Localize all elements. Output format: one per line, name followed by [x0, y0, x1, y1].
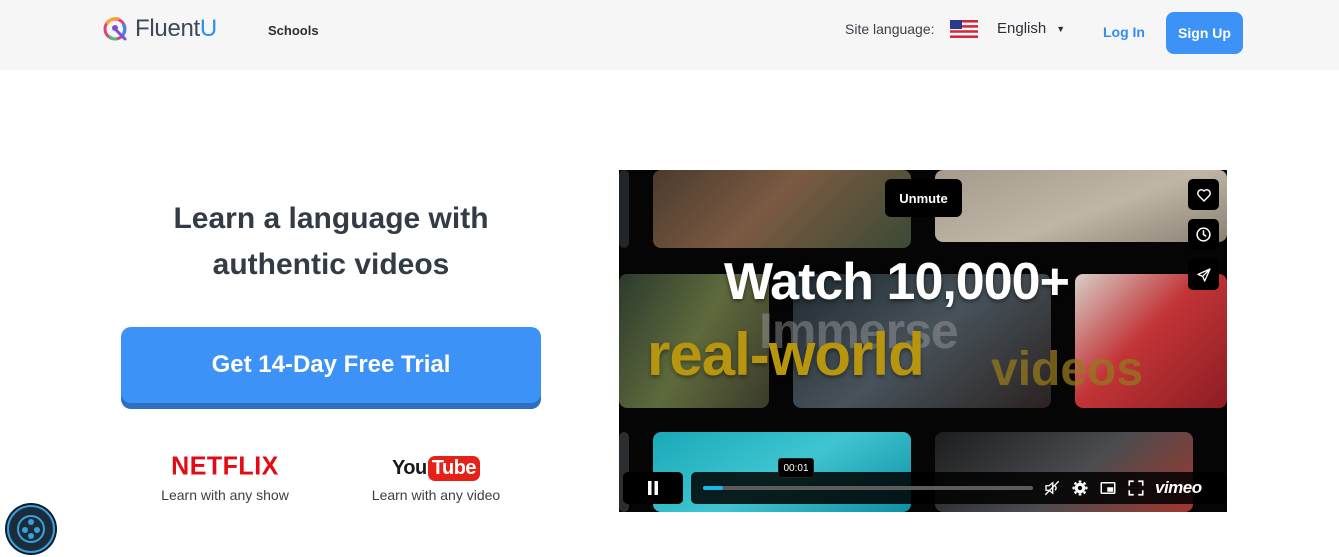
- youtube-partner: You Tube Learn with any video: [362, 456, 510, 503]
- progress-fill: [703, 486, 723, 490]
- fluentu-logo-icon: [103, 17, 127, 41]
- player-controls: 00:01 vimeo: [619, 458, 1227, 504]
- share-button[interactable]: [1188, 259, 1219, 290]
- volume-button[interactable]: [1043, 479, 1061, 497]
- pause-icon: [648, 481, 658, 495]
- fullscreen-button[interactable]: [1127, 479, 1145, 497]
- watch-later-button[interactable]: [1188, 219, 1219, 250]
- video-player[interactable]: Immerse videos real-world Watch 10,000+ …: [619, 170, 1227, 512]
- fluentu-logo[interactable]: FluentU: [103, 14, 217, 44]
- headline-line-2: authentic videos: [212, 248, 450, 281]
- brand-name: FluentU: [135, 15, 217, 42]
- nav-schools-link[interactable]: Schools: [268, 23, 319, 38]
- like-button[interactable]: [1188, 179, 1219, 210]
- youtube-caption: Learn with any video: [371, 487, 501, 503]
- unmute-button[interactable]: Unmute: [885, 179, 962, 217]
- video-thumb: [935, 170, 1227, 242]
- chevron-down-icon: ▼: [1056, 23, 1066, 34]
- accessibility-button[interactable]: [7, 505, 55, 553]
- control-bar: 00:01 vimeo: [691, 458, 1227, 504]
- video-thumb: [653, 170, 911, 248]
- video-headline: Watch 10,000+: [724, 253, 1070, 311]
- video-overlay-videos: videos: [991, 343, 1144, 396]
- pip-icon: [1100, 482, 1116, 494]
- netflix-partner: NETFLIX Learn with any show: [150, 451, 300, 503]
- signup-button[interactable]: Sign Up: [1166, 12, 1243, 54]
- vimeo-logo[interactable]: vimeo: [1155, 478, 1202, 498]
- clock-icon: [1196, 227, 1211, 242]
- send-icon: [1196, 267, 1211, 282]
- language-value: English: [997, 20, 1047, 37]
- login-link[interactable]: Log In: [1103, 24, 1145, 40]
- pip-button[interactable]: [1099, 479, 1117, 497]
- free-trial-button[interactable]: Get 14-Day Free Trial: [121, 327, 541, 403]
- accessibility-icon: [17, 515, 45, 543]
- volume-muted-icon: [1044, 480, 1060, 496]
- video-overlay-realworld: real-world: [647, 321, 925, 388]
- time-tooltip: 00:01: [778, 458, 814, 478]
- netflix-caption: Learn with any show: [161, 487, 289, 503]
- pause-button[interactable]: [623, 472, 683, 504]
- youtube-logo: You Tube: [392, 456, 481, 481]
- us-flag-icon: [950, 20, 978, 38]
- netflix-logo: NETFLIX: [171, 451, 279, 481]
- settings-button[interactable]: [1071, 479, 1089, 497]
- settings-icon: [1072, 480, 1088, 496]
- site-language-label: Site language:: [845, 21, 935, 37]
- progress-track[interactable]: [703, 486, 1033, 490]
- headline-line-1: Learn a language with: [173, 202, 489, 235]
- site-header: FluentU Schools Site language: English ▼…: [0, 0, 1339, 70]
- heart-icon: [1196, 188, 1211, 202]
- hero-headline: Learn a language with authentic videos: [120, 196, 542, 288]
- video-thumb: [619, 170, 629, 248]
- language-select[interactable]: English ▼: [997, 20, 1065, 37]
- fullscreen-icon: [1128, 480, 1144, 496]
